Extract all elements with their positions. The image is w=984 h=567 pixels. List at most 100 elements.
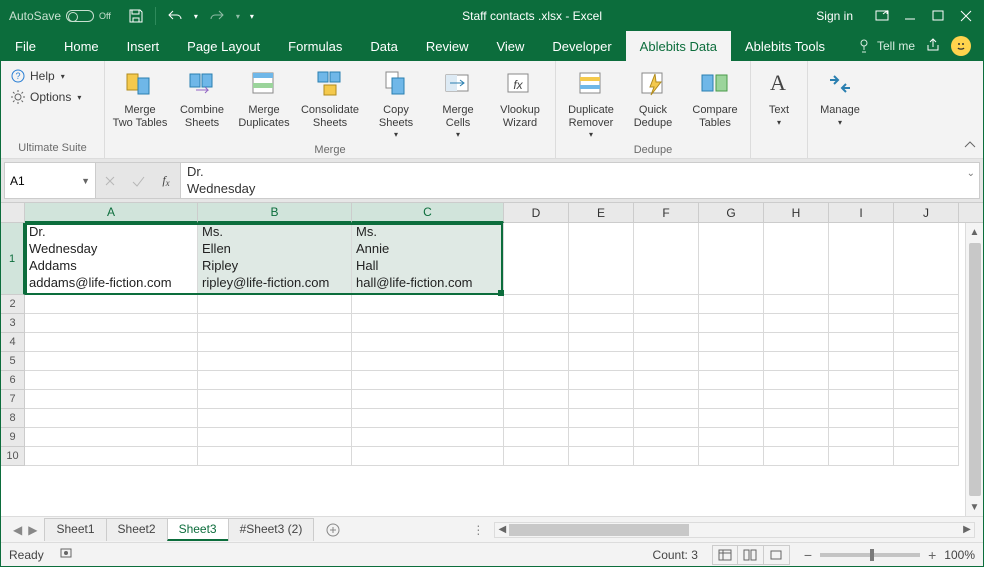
cell-B9[interactable] xyxy=(198,428,352,447)
cell-I7[interactable] xyxy=(829,390,894,409)
row-header-10[interactable]: 10 xyxy=(1,447,25,466)
column-header-G[interactable]: G xyxy=(699,203,764,222)
row-header-4[interactable]: 4 xyxy=(1,333,25,352)
cell-D10[interactable] xyxy=(504,447,569,466)
cell-F1[interactable] xyxy=(634,223,699,295)
sheet-tab-sheet32[interactable]: #Sheet3 (2) xyxy=(228,518,315,541)
cell-A4[interactable] xyxy=(25,333,198,352)
cell-G6[interactable] xyxy=(699,371,764,390)
tab-file[interactable]: File xyxy=(1,31,50,61)
sheet-tab-sheet3[interactable]: Sheet3 xyxy=(167,518,229,541)
vertical-scrollbar[interactable]: ▲ ▼ xyxy=(965,223,983,516)
cell-J2[interactable] xyxy=(894,295,959,314)
cell-D2[interactable] xyxy=(504,295,569,314)
cell-H8[interactable] xyxy=(764,409,829,428)
enter-formula-button[interactable] xyxy=(124,173,152,189)
cell-G7[interactable] xyxy=(699,390,764,409)
tab-home[interactable]: Home xyxy=(50,31,113,61)
cell-J6[interactable] xyxy=(894,371,959,390)
cell-I4[interactable] xyxy=(829,333,894,352)
cell-A3[interactable] xyxy=(25,314,198,333)
cell-I8[interactable] xyxy=(829,409,894,428)
cell-E3[interactable] xyxy=(569,314,634,333)
cell-H1[interactable] xyxy=(764,223,829,295)
maximize-button[interactable] xyxy=(925,1,951,31)
zoom-in-button[interactable]: + xyxy=(928,547,936,563)
close-button[interactable] xyxy=(953,1,979,31)
cell-C5[interactable] xyxy=(352,352,504,371)
row-header-2[interactable]: 2 xyxy=(1,295,25,314)
sheet-tab-sheet2[interactable]: Sheet2 xyxy=(106,518,168,541)
cell-H7[interactable] xyxy=(764,390,829,409)
expand-formula-bar-button[interactable]: ⌄ xyxy=(967,167,975,180)
tab-page-layout[interactable]: Page Layout xyxy=(173,31,274,61)
tab-review[interactable]: Review xyxy=(412,31,483,61)
cell-B7[interactable] xyxy=(198,390,352,409)
undo-dropdown[interactable]: ▾ xyxy=(190,1,202,31)
cell-C3[interactable] xyxy=(352,314,504,333)
cell-D9[interactable] xyxy=(504,428,569,447)
cell-F9[interactable] xyxy=(634,428,699,447)
cell-B2[interactable] xyxy=(198,295,352,314)
cell-I1[interactable] xyxy=(829,223,894,295)
cell-D7[interactable] xyxy=(504,390,569,409)
cell-G5[interactable] xyxy=(699,352,764,371)
cell-G1[interactable] xyxy=(699,223,764,295)
tab-formulas[interactable]: Formulas xyxy=(274,31,356,61)
sign-in-link[interactable]: Sign in xyxy=(802,9,867,23)
cell-F2[interactable] xyxy=(634,295,699,314)
cell-B3[interactable] xyxy=(198,314,352,333)
cell-F5[interactable] xyxy=(634,352,699,371)
cell-A1[interactable]: Dr.WednesdayAddamsaddams@life-fiction.co… xyxy=(25,223,198,295)
cell-A7[interactable] xyxy=(25,390,198,409)
cell-D4[interactable] xyxy=(504,333,569,352)
cell-E6[interactable] xyxy=(569,371,634,390)
feedback-smiley-icon[interactable] xyxy=(951,36,971,56)
view-page-break-button[interactable] xyxy=(764,545,790,565)
qat-customize[interactable]: ▾ xyxy=(246,1,258,31)
horizontal-scrollbar[interactable]: ◀ ▶ xyxy=(494,522,975,538)
cell-H5[interactable] xyxy=(764,352,829,371)
scroll-up-button[interactable]: ▲ xyxy=(966,223,983,241)
cell-A2[interactable] xyxy=(25,295,198,314)
merge-duplicates-button[interactable]: Merge Duplicates xyxy=(235,65,293,131)
row-header-8[interactable]: 8 xyxy=(1,409,25,428)
cell-H10[interactable] xyxy=(764,447,829,466)
cell-D3[interactable] xyxy=(504,314,569,333)
cell-I9[interactable] xyxy=(829,428,894,447)
scroll-down-button[interactable]: ▼ xyxy=(966,498,983,516)
insert-function-button[interactable]: fx xyxy=(152,173,180,188)
worksheet-grid[interactable]: ABCDEFGHIJ 1Dr.WednesdayAddamsaddams@lif… xyxy=(1,203,983,516)
view-normal-button[interactable] xyxy=(712,545,738,565)
cell-I2[interactable] xyxy=(829,295,894,314)
save-button[interactable] xyxy=(123,1,149,31)
column-header-H[interactable]: H xyxy=(764,203,829,222)
zoom-level[interactable]: 100% xyxy=(944,548,975,562)
merge-cells-button[interactable]: Merge Cells ▾ xyxy=(429,65,487,141)
tab-ablebits-data[interactable]: Ablebits Data xyxy=(626,31,731,61)
cell-C10[interactable] xyxy=(352,447,504,466)
cell-E1[interactable] xyxy=(569,223,634,295)
autosave-toggle[interactable]: AutoSave Off xyxy=(1,9,119,23)
column-header-E[interactable]: E xyxy=(569,203,634,222)
tab-developer[interactable]: Developer xyxy=(538,31,625,61)
consolidate-sheets-button[interactable]: Consolidate Sheets xyxy=(297,65,363,131)
row-header-9[interactable]: 9 xyxy=(1,428,25,447)
cell-H3[interactable] xyxy=(764,314,829,333)
cell-G10[interactable] xyxy=(699,447,764,466)
cell-C7[interactable] xyxy=(352,390,504,409)
column-header-J[interactable]: J xyxy=(894,203,959,222)
tab-insert[interactable]: Insert xyxy=(113,31,174,61)
column-header-C[interactable]: C xyxy=(352,203,504,223)
scroll-right-button[interactable]: ▶ xyxy=(960,523,974,537)
cell-D5[interactable] xyxy=(504,352,569,371)
cell-G2[interactable] xyxy=(699,295,764,314)
cell-C8[interactable] xyxy=(352,409,504,428)
cell-J5[interactable] xyxy=(894,352,959,371)
quick-dedupe-button[interactable]: Quick Dedupe xyxy=(624,65,682,131)
column-header-A[interactable]: A xyxy=(25,203,198,223)
cell-A8[interactable] xyxy=(25,409,198,428)
cell-F3[interactable] xyxy=(634,314,699,333)
cell-A10[interactable] xyxy=(25,447,198,466)
cell-E10[interactable] xyxy=(569,447,634,466)
